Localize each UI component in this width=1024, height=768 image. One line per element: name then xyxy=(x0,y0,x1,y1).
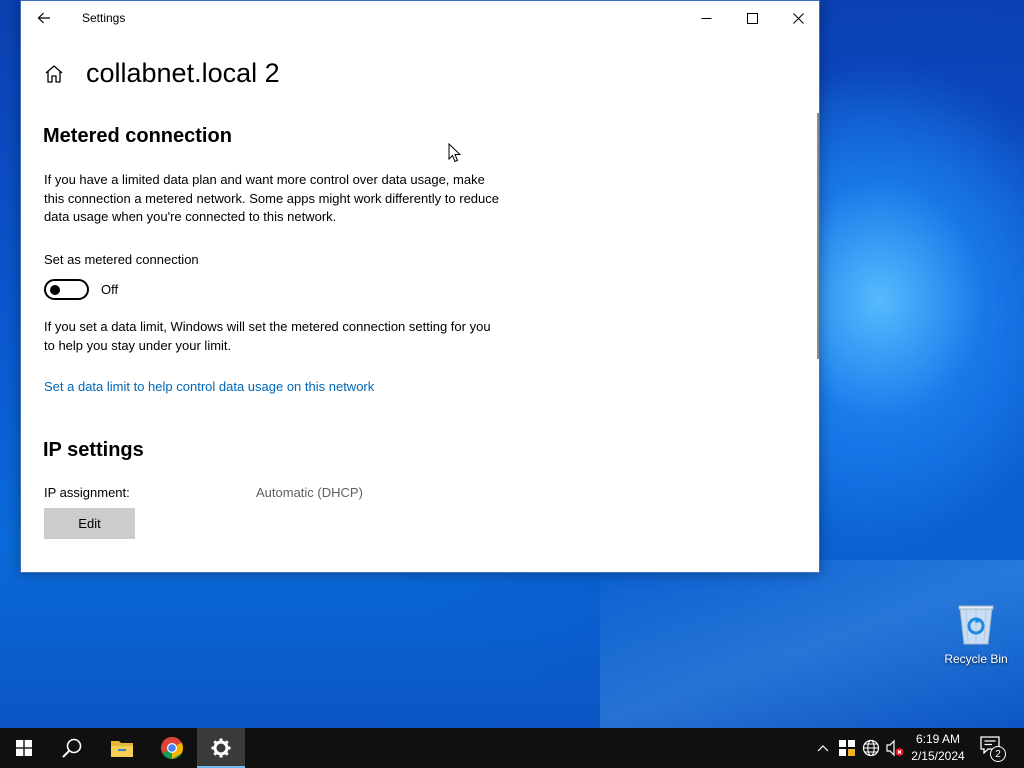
search-icon xyxy=(62,738,82,758)
volume-tray-button[interactable] xyxy=(885,738,905,758)
back-button[interactable] xyxy=(29,3,59,33)
data-limit-description: If you set a data limit, Windows will se… xyxy=(44,319,491,353)
maximize-button[interactable] xyxy=(729,1,775,35)
back-arrow-icon xyxy=(37,12,50,24)
security-shield-icon xyxy=(839,740,855,756)
recycle-bin-label: Recycle Bin xyxy=(944,652,1008,666)
search-button[interactable] xyxy=(48,728,96,768)
settings-taskbar-button[interactable] xyxy=(197,728,245,768)
recycle-bin[interactable]: Recycle Bin xyxy=(938,600,1014,672)
title-bar[interactable]: Settings xyxy=(21,1,819,35)
edit-ip-button[interactable]: Edit xyxy=(44,508,135,539)
scrollbar[interactable] xyxy=(817,113,819,359)
metered-toggle-label: Set as metered connection xyxy=(44,252,199,267)
close-button[interactable] xyxy=(775,1,819,35)
toggle-knob xyxy=(50,285,60,295)
security-tray-button[interactable] xyxy=(837,738,857,758)
home-icon[interactable] xyxy=(43,63,65,85)
start-button[interactable] xyxy=(0,728,48,768)
taskbar: 6:19 AM 2/15/2024 2 xyxy=(0,728,1024,768)
taskbar-clock[interactable]: 6:19 AM 2/15/2024 xyxy=(906,731,970,765)
file-explorer-button[interactable] xyxy=(98,728,146,768)
chrome-icon xyxy=(161,737,183,759)
close-icon xyxy=(792,12,804,24)
network-tray-button[interactable] xyxy=(861,738,881,758)
recycle-bin-icon xyxy=(958,605,994,645)
clock-time: 6:19 AM xyxy=(915,732,961,746)
action-center-button[interactable]: 2 xyxy=(980,736,1006,762)
metered-connection-toggle[interactable] xyxy=(44,279,89,300)
metered-description: If you have a limited data plan and want… xyxy=(44,172,499,224)
show-hidden-icons-button[interactable] xyxy=(813,738,833,758)
minimize-button[interactable] xyxy=(683,1,729,35)
start-icon xyxy=(16,740,32,756)
notification-count-badge: 2 xyxy=(990,746,1006,762)
toggle-state-label: Off xyxy=(101,282,119,297)
maximize-icon xyxy=(746,12,758,24)
volume-muted-icon xyxy=(886,739,904,757)
settings-window: Settings collabnet.local 2 Metered conne… xyxy=(20,0,820,573)
ip-assignment-label: IP assignment: xyxy=(44,485,130,500)
set-data-limit-link[interactable]: Set a data limit to help control data us… xyxy=(44,379,374,394)
mouse-cursor-icon xyxy=(448,143,462,163)
clock-date: 2/15/2024 xyxy=(911,749,965,763)
globe-network-icon xyxy=(862,739,880,757)
settings-icon xyxy=(211,738,231,758)
minimize-icon xyxy=(701,17,711,19)
file-explorer-icon xyxy=(111,741,133,757)
chrome-button[interactable] xyxy=(148,728,196,768)
window-title: Settings xyxy=(82,11,126,25)
ip-settings-heading: IP settings xyxy=(43,439,144,461)
metered-connection-heading: Metered connection xyxy=(43,125,232,147)
page-title: collabnet.local 2 xyxy=(86,58,280,88)
chevron-up-icon xyxy=(817,745,829,752)
ip-assignment-value: Automatic (DHCP) xyxy=(256,485,363,500)
